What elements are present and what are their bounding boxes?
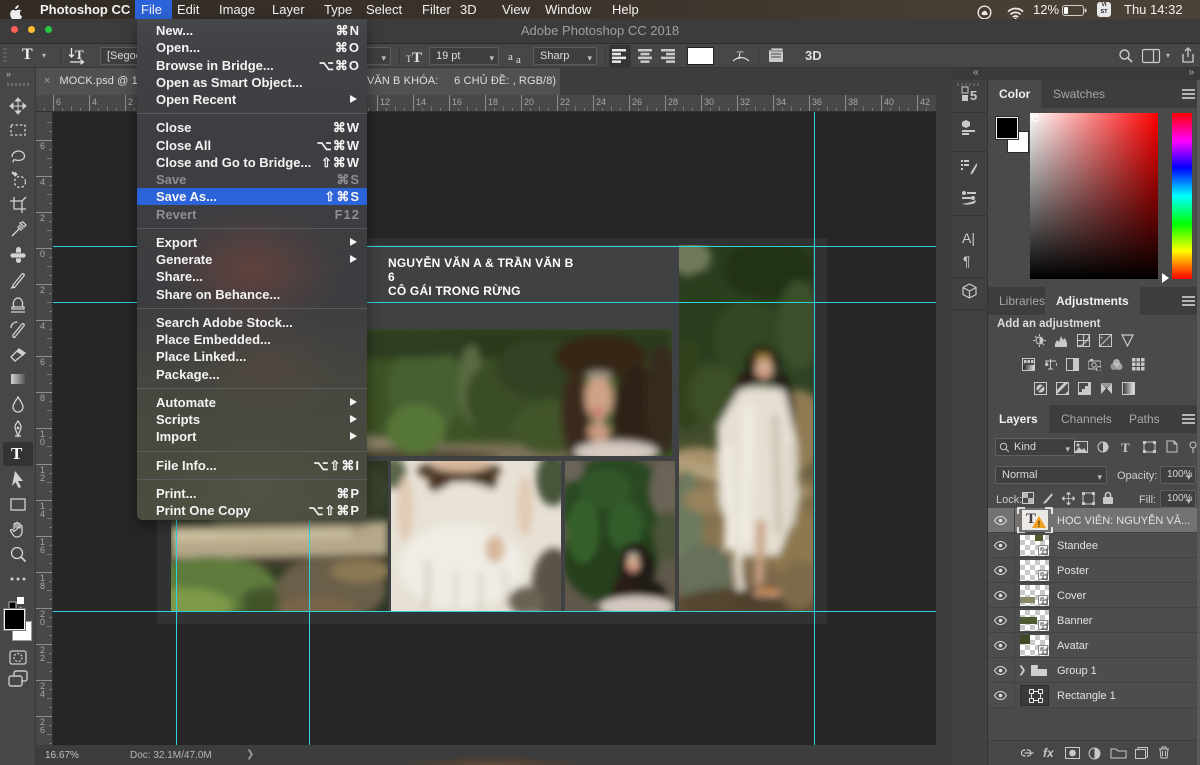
svg-text:a: a (508, 51, 513, 63)
svg-text:T: T (412, 50, 422, 64)
svg-text:-: - (1107, 342, 1109, 347)
svg-text:T: T (75, 47, 84, 62)
svg-text:+: + (1100, 336, 1104, 342)
svg-text:5: 5 (970, 88, 977, 102)
svg-text:a: a (516, 54, 521, 64)
svg-text:T: T (736, 48, 744, 62)
